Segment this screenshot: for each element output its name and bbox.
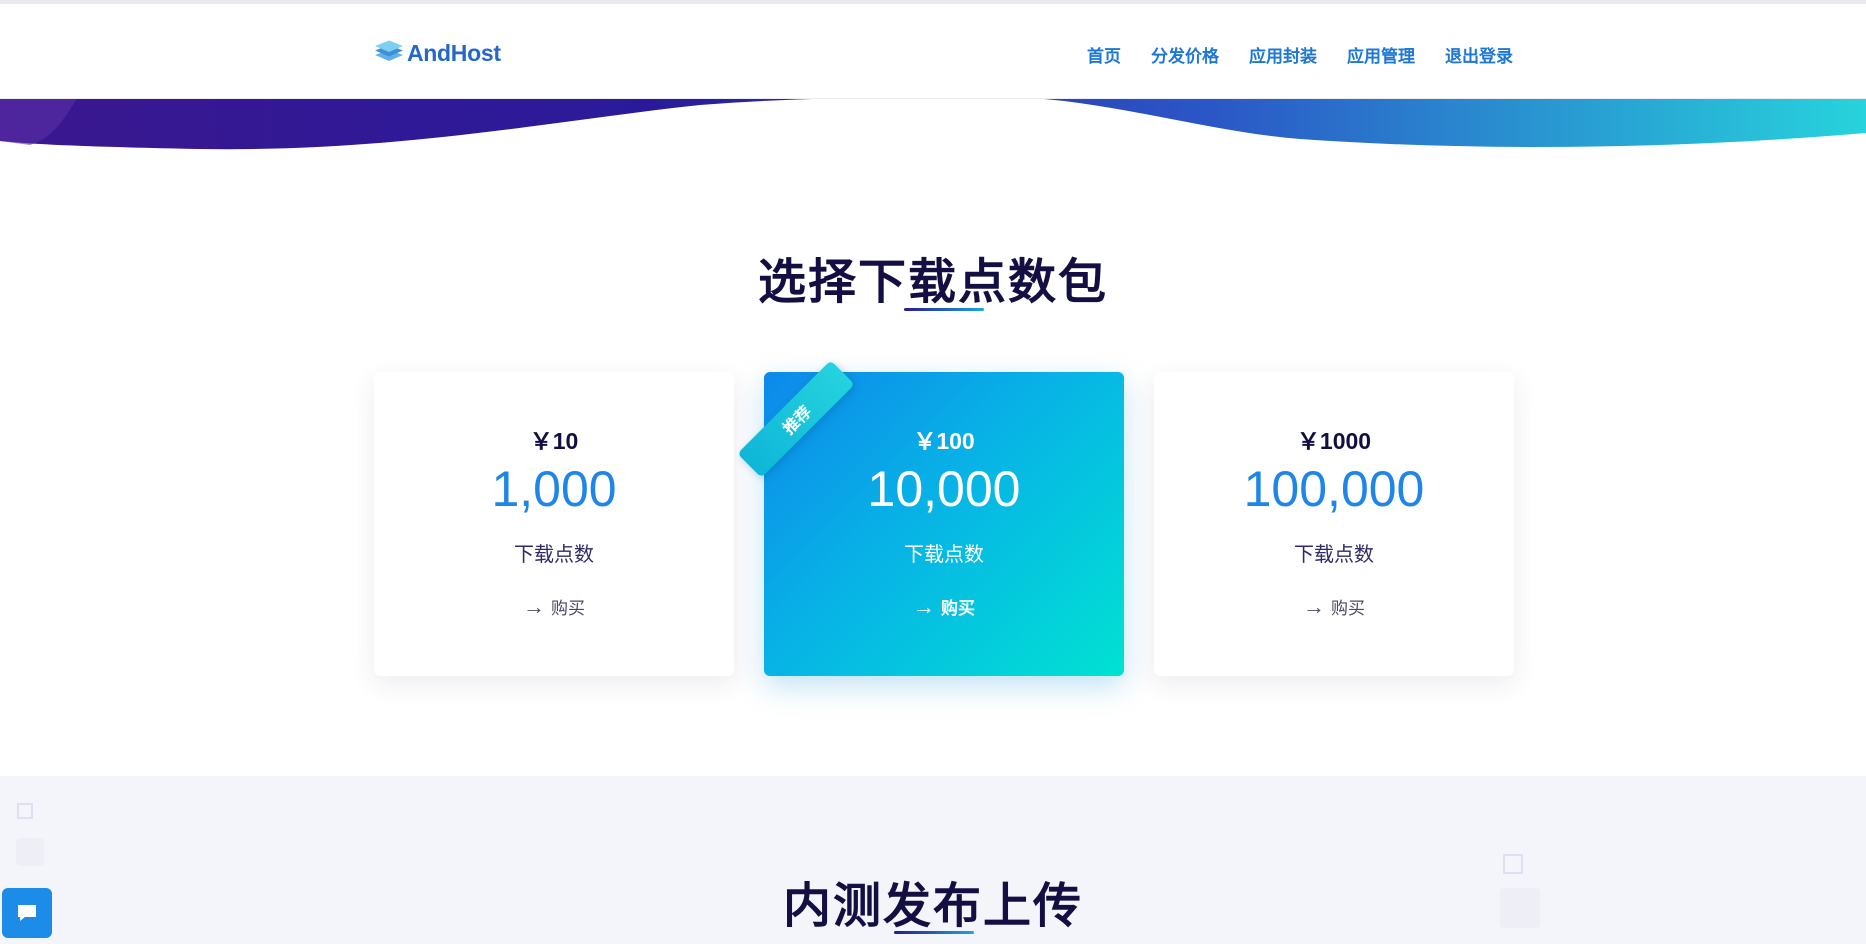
nav-logout[interactable]: 退出登录 [1445, 42, 1513, 67]
buy-button[interactable]: → 购买 [764, 594, 1124, 619]
chat-bubble-icon [18, 905, 36, 921]
nav-app-manage[interactable]: 应用管理 [1347, 42, 1415, 67]
chat-button[interactable] [2, 888, 52, 938]
header-wave-decoration [0, 97, 1866, 150]
arrow-right-icon: → [1303, 593, 1325, 619]
nav-pricing[interactable]: 分发价格 [1151, 42, 1219, 67]
logo-text: AndHost [407, 39, 501, 66]
pricing-title-underline [904, 308, 984, 311]
buy-label: 购买 [1331, 599, 1365, 618]
pricing-title: 选择下载点数包 [757, 254, 1108, 310]
plan-points: 1,000 [491, 461, 617, 517]
plan-points: 100,000 [1243, 461, 1425, 517]
arrow-right-icon: → [913, 593, 935, 619]
beta-title: 内测发布上传 [782, 878, 1083, 934]
plan-card-100: 推荐 ￥100 10,000 下载点数 → 购买 [737, 360, 1124, 676]
beta-section: 内测发布上传 [0, 776, 1866, 944]
decor-square [16, 838, 44, 866]
decor-square [17, 803, 33, 819]
arrow-right-icon: → [523, 593, 545, 619]
plan-unit: 下载点数 [1294, 544, 1374, 566]
buy-label: 购买 [941, 599, 975, 618]
site-header: AndHost 首页 分发价格 应用封装 应用管理 退出登录 [0, 4, 1866, 99]
logo[interactable]: AndHost [373, 36, 501, 70]
beta-title-underline [894, 931, 974, 934]
plan-card-1000: ￥1000 100,000 下载点数 → 购买 [1154, 372, 1514, 676]
nav-app-wrap[interactable]: 应用封装 [1249, 42, 1317, 67]
plan-price: ￥1000 [1296, 428, 1372, 454]
buy-label: 购买 [551, 599, 585, 618]
plan-price: ￥10 [529, 428, 579, 454]
buy-button[interactable]: → 购买 [374, 594, 734, 619]
plan-card-10: ￥10 1,000 下载点数 → 购买 [374, 372, 734, 676]
main-nav: 首页 分发价格 应用封装 应用管理 退出登录 [1087, 42, 1513, 67]
nav-home[interactable]: 首页 [1087, 42, 1121, 67]
plan-unit: 下载点数 [904, 544, 984, 566]
buy-button[interactable]: → 购买 [1154, 594, 1514, 619]
plan-points: 10,000 [867, 461, 1021, 517]
layers-logo-icon [375, 40, 403, 61]
plan-price: ￥100 [913, 428, 975, 454]
plan-unit: 下载点数 [514, 544, 594, 566]
